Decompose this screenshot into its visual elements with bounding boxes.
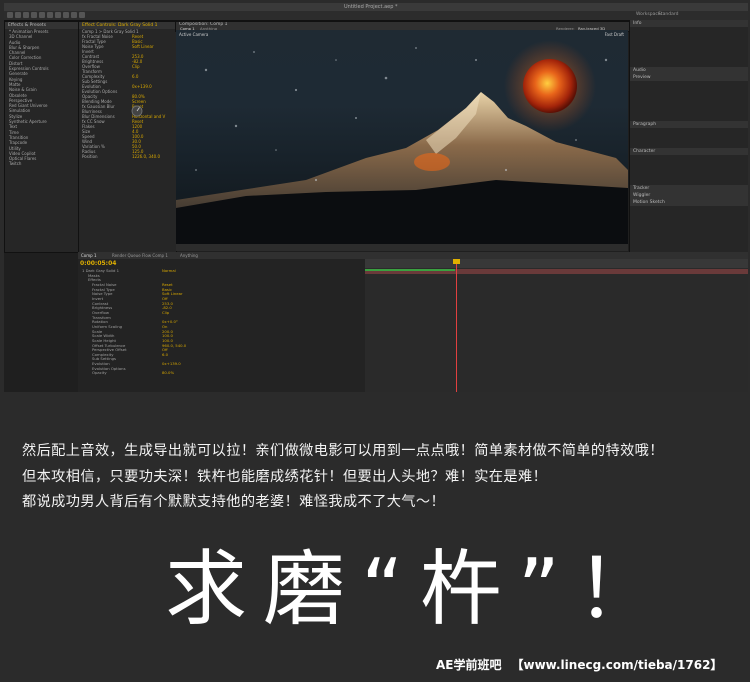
zoom-tool-icon[interactable]	[23, 12, 29, 18]
playhead-handle[interactable]	[453, 259, 460, 264]
timeline-property-row[interactable]: Opacity 80.0%	[82, 371, 365, 376]
timeline-layer-list: 1 Dark Gray Solid 1 Normal Masks Effects Fra…	[82, 268, 365, 376]
effect-controls-tab[interactable]: Effect Controls: Dark Gray Solid 1	[79, 22, 176, 29]
camera-tool-icon[interactable]	[39, 12, 45, 18]
watermark-url: 【www.linecg.com/tieba/1762】	[511, 658, 723, 672]
rotate-tool-icon[interactable]	[31, 12, 37, 18]
right-panels: Info Audio Preview Paragraph Character T…	[629, 20, 748, 252]
motion-sketch-panel-tab[interactable]: Motion Sketch	[630, 199, 748, 206]
scene-render	[176, 40, 628, 244]
effects-presets-panel: Effects & Presets * Animation Presets 3D …	[4, 21, 80, 253]
effect-control-value[interactable]: 1226.0, 340.0	[132, 154, 160, 159]
timeline-tab-anything[interactable]: Anything	[180, 253, 198, 258]
window-title: Untitled Project.aep *	[344, 4, 398, 10]
workspace-select[interactable]: Standard	[658, 12, 678, 17]
info-panel-tab[interactable]: Info	[630, 20, 748, 27]
effect-controls-panel: Effect Controls: Dark Gray Solid 1 Comp …	[78, 21, 177, 253]
effect-controls-list: Comp 1 > Dark Gray Solid 1 fx Fractal Noi…	[79, 29, 176, 159]
timeline-tab-flow-comp[interactable]: Flow Comp 1	[142, 253, 168, 258]
timeline-tracks[interactable]	[365, 259, 748, 392]
effect-control-label: Position	[82, 154, 98, 159]
timeline-tab-comp[interactable]: Comp 1	[81, 253, 97, 258]
pan-behind-tool-icon[interactable]	[47, 12, 53, 18]
timecode[interactable]: 0:00:05:04	[80, 260, 116, 267]
caption-line-2: 但本攻相信，只要功夫深！铁杵也能磨成绣花针！但要出人头地？难！实在是难！	[22, 469, 548, 485]
fire-glow	[414, 153, 450, 171]
shape-tool-icon[interactable]	[55, 12, 61, 18]
evolution-dial-icon[interactable]	[131, 105, 143, 117]
timeline-panel: 0:00:05:04 1 Dark Gray Solid 1 Normal Mask…	[78, 259, 748, 392]
selection-tool-icon[interactable]	[7, 12, 13, 18]
pen-tool-icon[interactable]	[63, 12, 69, 18]
tracker-panel-tab[interactable]: Tracker	[630, 185, 748, 192]
brush-tool-icon[interactable]	[79, 12, 85, 18]
current-time-indicator[interactable]	[456, 259, 457, 392]
effects-presets-tab[interactable]: Effects & Presets	[5, 22, 79, 29]
big-title: 求磨“杵”！	[165, 542, 674, 637]
watermark-brand: AE学前班吧	[436, 658, 502, 672]
caption-line-1: 然后配上音效，生成导出就可以拉！亲们做微电影可以用到一点点哦！简单素材做不简单的…	[22, 443, 664, 459]
preview-panel-body	[630, 81, 748, 121]
work-area-bar[interactable]	[365, 269, 455, 271]
character-panel-body	[630, 155, 748, 185]
effects-tree-item[interactable]: Twitch	[5, 161, 79, 166]
composition-viewer[interactable]: Active Camera Fast Draft	[176, 30, 628, 244]
info-panel-body	[630, 27, 748, 67]
timeline-property-value[interactable]: 80.0%	[162, 371, 174, 376]
effects-tree: * Animation Presets 3D Channel Audio Blur &…	[5, 29, 79, 167]
timeline-tabs: Comp 1 Render Queue Flow Comp 1 Anything	[78, 252, 748, 259]
character-panel-tab[interactable]: Character	[630, 148, 748, 155]
wiggler-panel-tab[interactable]: Wiggler	[630, 192, 748, 199]
caption-line-3: 都说成功男人背后有个默默支持他的老婆！难怪我成不了大气～！	[22, 494, 446, 510]
title-bar: Untitled Project.aep *	[4, 3, 748, 11]
audio-panel-tab[interactable]: Audio	[630, 67, 748, 74]
after-effects-window: Untitled Project.aep * Workspace: Standa…	[4, 3, 748, 392]
hand-tool-icon[interactable]	[15, 12, 21, 18]
viewer-controls-bar[interactable]	[176, 244, 628, 251]
effect-control-row[interactable]: Position 1226.0, 340.0	[82, 154, 176, 159]
type-tool-icon[interactable]	[71, 12, 77, 18]
burning-moon	[523, 59, 577, 113]
timeline-property-label: Opacity	[92, 370, 107, 376]
paragraph-panel-tab[interactable]: Paragraph	[630, 121, 748, 128]
timeline-tab-render-queue[interactable]: Render Queue	[112, 253, 141, 258]
time-ruler[interactable]	[365, 259, 748, 268]
watermark: AE学前班吧 【www.linecg.com/tieba/1762】	[436, 656, 722, 673]
paragraph-panel-body	[630, 128, 748, 148]
preview-panel-tab[interactable]: Preview	[630, 74, 748, 81]
